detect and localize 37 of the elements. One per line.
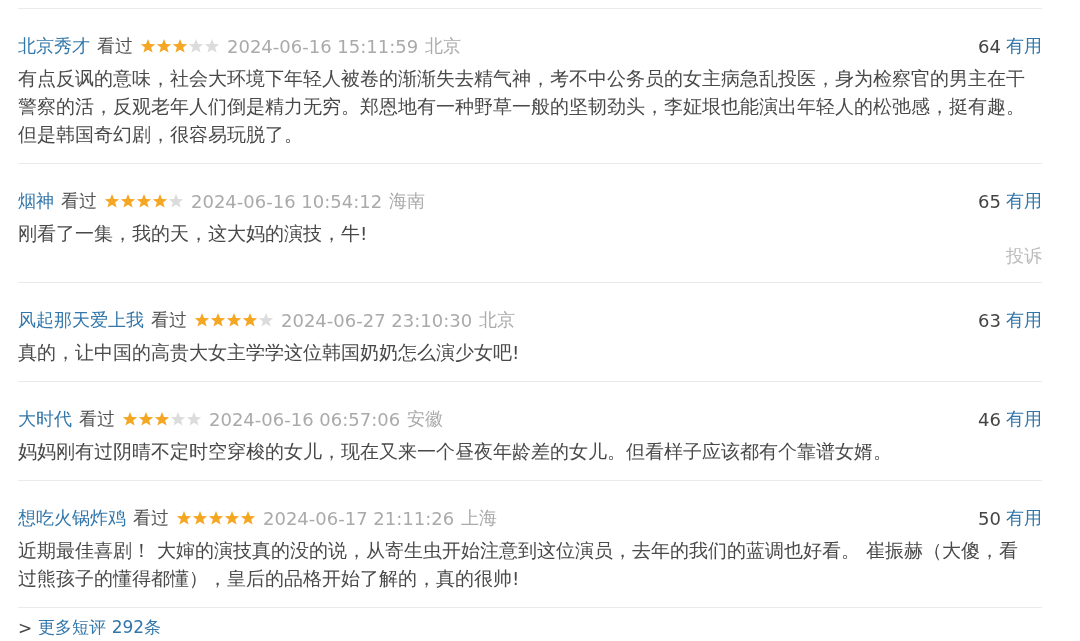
- vote-count: 65: [978, 190, 1001, 212]
- comment-text: 妈妈刚有过阴晴不定时空穿梭的女儿，现在又来一个昼夜年龄差的女儿。但看样子应该都有个靠谱女婿。: [18, 440, 893, 464]
- user-name-link[interactable]: 风起那天爱上我: [18, 308, 144, 332]
- useful-link[interactable]: 有用: [1006, 407, 1042, 431]
- vote-count: 63: [978, 309, 1001, 331]
- comment-text: 刚看了一集，我的天，这大妈的演技，牛!: [18, 222, 369, 246]
- useful-link[interactable]: 有用: [1006, 189, 1042, 213]
- user-name-link[interactable]: 大时代: [18, 407, 72, 431]
- comment-text: 近期最佳喜剧！ 大婶的演技真的没的说，从寄生虫开始注意到这位演员，去年的我们的蓝调也好看。 崔振赫（大傻，看过熊孩子的懂得都懂），皇后的品格开始了解的，真的很帅!: [18, 539, 1019, 591]
- comment-text: 有点反讽的意味，社会大环境下年轻人被卷的渐渐失去精气神，考不中公务员的女主病急乱投医，身为检察官的男主在干警察的活，反观老年人们倒是精力无穷。郑恩地有一种野草一般的坚韧劲头，李姃垠也能演出年轻人的松弛感，挺有趣。但是韩国奇幻剧，很容易玩脱了。: [18, 67, 1026, 147]
- watch-status: 看过: [151, 308, 187, 332]
- comment-location: 上海: [461, 506, 498, 530]
- vote-count: 50: [978, 507, 1001, 529]
- useful-link[interactable]: 有用: [1006, 506, 1042, 530]
- watch-status: 看过: [97, 34, 133, 58]
- useful-link[interactable]: 有用: [1006, 34, 1042, 58]
- watch-status: 看过: [79, 407, 115, 431]
- comment-location: 北京: [425, 34, 462, 58]
- comment-time: 2024-06-27 23:10:30: [281, 309, 473, 331]
- user-name-link[interactable]: 烟神: [18, 189, 54, 213]
- comment-time: 2024-06-17 21:11:26: [263, 507, 455, 529]
- user-name-link[interactable]: 北京秀才: [18, 34, 90, 58]
- comment-time: 2024-06-16 10:54:12: [191, 190, 383, 212]
- comment-location: 安徽: [407, 407, 444, 431]
- user-name-link[interactable]: 想吃火锅炸鸡: [18, 506, 126, 530]
- useful-link[interactable]: 有用: [1006, 308, 1042, 332]
- comment-location: 海南: [389, 189, 426, 213]
- more-arrow: >: [18, 617, 33, 638]
- more-comments-link[interactable]: 更多短评 292条: [38, 616, 162, 639]
- watch-status: 看过: [61, 189, 97, 213]
- vote-count: 64: [978, 35, 1001, 57]
- comment-location: 北京: [479, 308, 516, 332]
- vote-count: 46: [978, 408, 1001, 430]
- comment-text: 真的，让中国的高贵大女主学学这位韩国奶奶怎么演少女吧!: [18, 341, 521, 365]
- comment-time: 2024-06-16 15:11:59: [227, 35, 419, 57]
- watch-status: 看过: [133, 506, 169, 530]
- comment-time: 2024-06-16 06:57:06: [209, 408, 401, 430]
